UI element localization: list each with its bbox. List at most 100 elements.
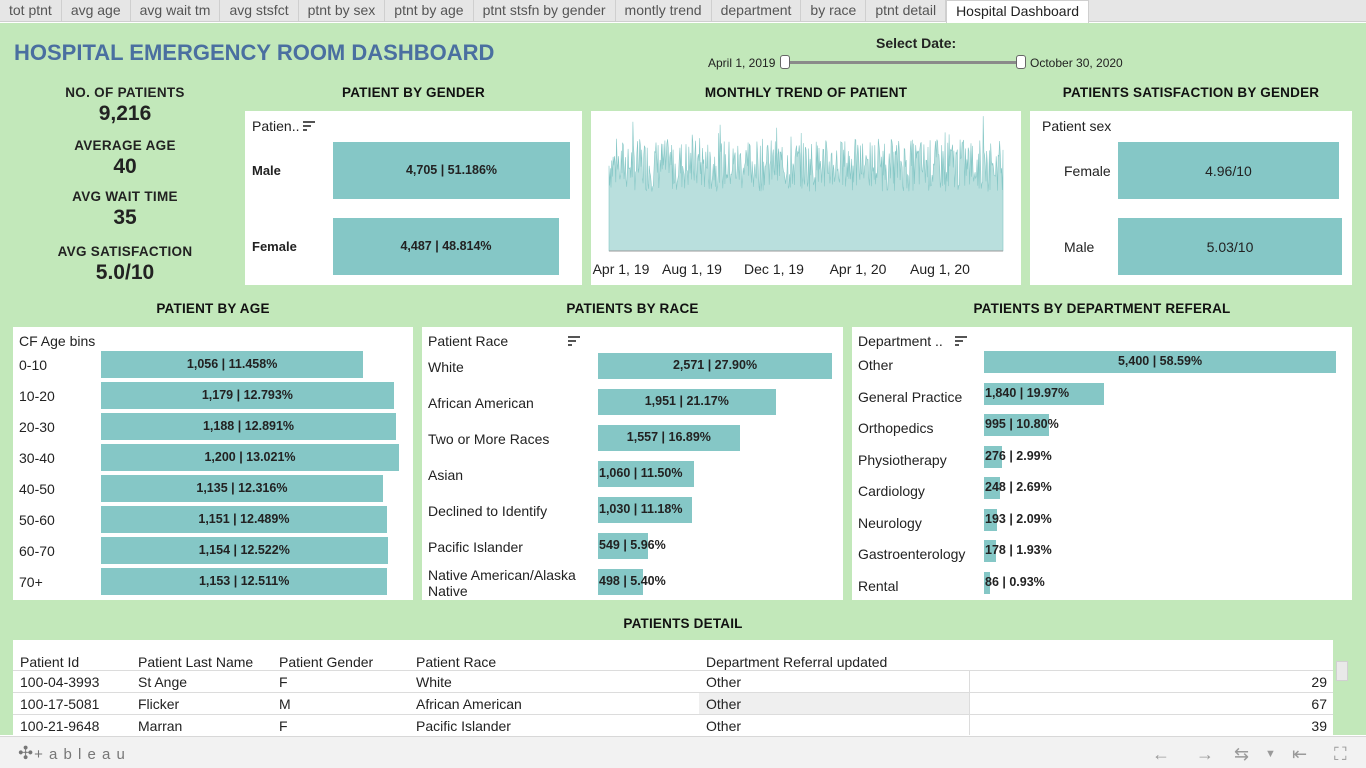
category-label: Rental [858,577,899,594]
reset-icon[interactable]: ⇤ [1292,744,1307,765]
undo-icon[interactable]: ← [1152,744,1170,765]
bar-value-label: 5.03/10 [1206,238,1254,255]
bar-value-label: 498 | 5.40% [599,574,666,588]
kpi-wait-value: 35 [113,206,137,229]
bar-value-label: 1,030 | 11.18% [599,502,683,516]
table-cell: Other [706,674,742,690]
table-column-divider [969,693,970,714]
sort-icon[interactable] [955,336,967,346]
kpi-age-label: AVERAGE AGE [74,138,176,153]
category-label: Physiotherapy [858,451,947,468]
tab-hospital-dashboard[interactable]: Hospital Dashboard [946,0,1090,23]
category-label: Native American/Alaska Native [428,567,576,599]
tab-avg-stsfct[interactable]: avg stsfct [220,0,299,21]
tab-department[interactable]: department [712,0,802,21]
category-label: Cardiology [858,483,925,499]
tab-montly-trend[interactable]: montly trend [616,0,712,21]
tab-ptnt-by-age[interactable]: ptnt by age [385,0,474,21]
tab-avg-age[interactable]: avg age [62,0,131,21]
trend-x-tick-label: Apr 1, 19 [593,261,650,277]
sort-icon[interactable] [568,336,580,346]
patients-detail-table: Patient Id Patient Last Name Patient Gende… [13,640,1333,735]
table-row[interactable]: 100-17-5081 Flicker M African American Other… [13,692,1333,714]
tableau-logo[interactable]: ✣+ a b l e a u [18,743,126,764]
bar-value-label: 193 | 2.09% [985,511,1052,526]
table-cell: White [416,674,452,690]
category-label: Pacific Islander [428,539,523,555]
bar-value-label: 1,154 | 12.522% [198,542,290,557]
trend-area [608,116,1004,252]
chart-header: CF Age bins [19,333,96,349]
kpi-age-value: 40 [113,155,137,178]
category-label: Gastroenterology [858,546,966,562]
department-section-title: PATIENTS BY DEPARTMENT REFERAL [973,301,1231,316]
category-label: White [428,359,464,375]
trend-x-tick-label: Dec 1, 19 [744,261,804,277]
table-cell: 100-17-5081 [20,696,100,712]
date-range-slider-track[interactable] [784,61,1021,64]
table-cell: F [279,718,288,734]
trend-chart-svg: Apr 1, 19 Aug 1, 19 Dec 1, 19 Apr 1, 20 Aug … [593,116,1004,277]
chevron-down-icon[interactable]: ▼ [1265,748,1276,760]
tab-tot-ptnt[interactable]: tot ptnt [0,0,62,21]
tab-ptnt-by-sex[interactable]: ptnt by sex [299,0,386,21]
table-column-divider [969,715,970,735]
fullscreen-icon[interactable]: ⛶ [1334,744,1347,765]
bar-value-label: 1,951 | 21.17% [644,394,729,408]
table-column-header: Patient Gender [279,654,374,670]
trend-x-tick-label: Aug 1, 19 [662,261,722,277]
tab-by-race[interactable]: by race [801,0,867,21]
bar-value-label: 1,056 | 11.458% [186,356,278,371]
category-label: Orthopedics [858,420,934,436]
bar-value-label: 1,060 | 11.50% [599,466,683,480]
bar-value-label: 1,557 | 16.89% [626,430,711,444]
table-row[interactable]: 100-04-3993 St Ange F White Other 29 [13,670,1333,692]
tab-ptnt-detail[interactable]: ptnt detail [866,0,947,21]
category-label: Other [858,357,894,373]
revert-icon[interactable]: ⇆ [1234,744,1249,765]
date-end-handle[interactable] [1016,55,1026,69]
chart-header: Department .. [858,333,943,349]
table-column-header: Patient Race [416,654,497,670]
table-cell: St Ange [138,674,188,690]
table-column-divider [969,671,970,692]
chart-header: Patient sex [1042,118,1112,134]
tableau-cross-icon: ✣ [18,743,35,763]
dashboard-title: HOSPITAL EMERGENCY ROOM DASHBOARD [14,40,495,65]
bar-value-label: 549 | 5.96% [599,538,666,552]
race-chart-card: Patient Race White 2,571 | 27.90% African A… [422,327,843,600]
tab-ptnt-stsfn-by-gender[interactable]: ptnt stsfn by gender [474,0,616,21]
category-label: 40-50 [19,481,55,497]
gender-chart-card: Patien.. Male 4,705 | 51.186% Female 4,487 |… [245,111,582,285]
satisfaction-chart-card: Patient sex Female 4.96/10 Male 5.03/10 [1030,111,1352,285]
category-label: 50-60 [19,512,55,528]
kpi-satisfaction-value: 5.0/10 [95,261,155,284]
table-cell: M [279,696,291,712]
age-chart-card: CF Age bins 0-10 1,056 | 11.458% 10-20 1,179… [13,327,413,600]
tableau-brand-text: + a b l e a u [34,746,126,763]
date-start-handle[interactable] [780,55,790,69]
trend-x-tick-label: Aug 1, 20 [910,261,970,277]
bar-value-label: 178 | 1.93% [985,543,1052,557]
sort-icon[interactable] [303,121,315,131]
trend-x-tick-label: Apr 1, 20 [830,261,887,277]
category-label: General Practice [858,388,963,405]
bar-value-label: 1,188 | 12.891% [202,418,295,433]
bar-value-label: 5,400 | 58.59% [1117,354,1203,368]
category-label: Female [1064,163,1111,179]
trend-section-title: MONTHLY TREND OF PATIENT [704,85,908,100]
category-label: 20-30 [19,419,55,435]
category-label: Asian [428,467,464,483]
date-filter-end: October 30, 2020 [1030,56,1123,70]
bar-value-label: 1,151 | 12.489% [198,511,290,526]
redo-icon[interactable]: → [1196,744,1214,765]
sheet-tab-bar: tot ptnt avg age avg wait tm avg stsfct ptnt… [0,0,1366,23]
tab-avg-wait-tm[interactable]: avg wait tm [131,0,221,21]
category-label: African American [428,395,534,411]
table-row[interactable]: 100-21-9648 Marran F Pacific Islander Other 3… [13,714,1333,735]
trend-chart-card: Apr 1, 19 Aug 1, 19 Dec 1, 19 Apr 1, 20 Aug … [591,111,1021,285]
table-cell-number: 39 [1311,718,1327,734]
bar-value-label: 248 | 2.69% [985,480,1052,494]
table-cell: Other [706,718,742,734]
table-scrollbar-thumb[interactable] [1336,661,1348,681]
